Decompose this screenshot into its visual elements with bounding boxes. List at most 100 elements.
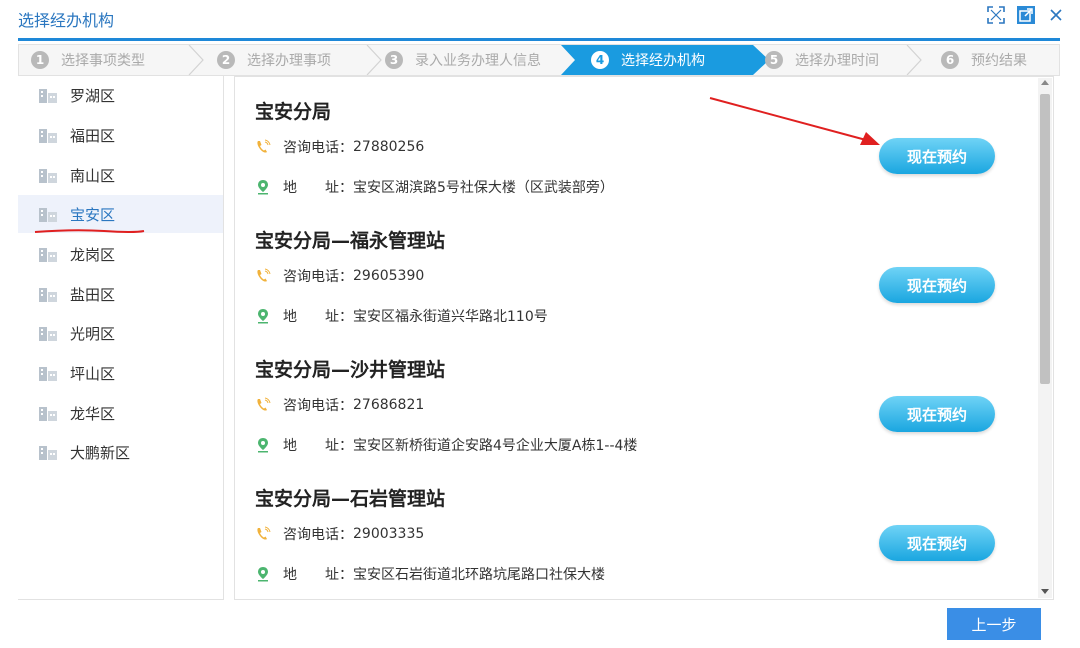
location-pin-icon [258,309,268,324]
district-item-longgang[interactable]: 龙岗区 [18,235,223,273]
popout-icon[interactable] [1016,5,1036,25]
step-separator-icon [906,45,922,75]
step-label: 选择办理事项 [247,53,331,69]
office-address-row: 地 址： 宝安区福永街道兴华路北110号 [255,306,548,326]
district-item-pingshan[interactable]: 坪山区 [18,354,223,392]
building-icon [39,129,57,143]
location-pin-icon [258,180,268,195]
step-label: 录入业务办理人信息 [415,53,541,69]
red-arrow-annotation [709,97,880,145]
office-phone-row: 咨询电话： 27686821 [255,395,424,415]
office-name: 宝安分局 [255,101,332,123]
book-now-button[interactable]: 现在预约 [879,525,995,561]
office-card: 宝安分局—石岩管理站 咨询电话： 29003335 地 址： 宝安区石岩街道北环… [255,484,1045,599]
building-icon [39,248,57,262]
address-text: 宝安区福永街道兴华路北110号 [353,309,548,325]
fullscreen-icon[interactable] [986,5,1006,25]
office-address-row: 地 址： 宝安区新桥街道企安路4号企业大厦A栋1--4楼 [255,435,637,455]
address-text: 宝安区新桥街道企安路4号企业大厦A栋1--4楼 [353,438,638,454]
office-name: 宝安分局—石岩管理站 [255,488,446,510]
district-label: 盐田区 [70,285,116,304]
phone-number: 27880256 [353,139,425,155]
window-controls [986,5,1066,25]
district-item-longhua[interactable]: 龙华区 [18,394,223,432]
step-separator-icon [366,45,382,75]
phone-number: 27686821 [353,397,425,413]
district-label: 龙岗区 [70,245,116,264]
district-label: 龙华区 [70,404,116,423]
step-label: 选择办理时间 [795,53,879,69]
office-list: 宝安分局 咨询电话： 27880256 地 址： 宝安区湖滨路5号社保大楼（区武… [234,76,1054,600]
office-name: 宝安分局—沙井管理站 [255,359,446,381]
building-icon [39,288,57,302]
step-4[interactable]: 4 选择经办机构 [591,45,705,75]
location-pin-icon [258,567,268,582]
phone-number: 29003335 [353,526,425,542]
phone-icon [257,526,271,540]
office-card: 宝安分局—沙井管理站 咨询电话： 27686821 地 址： 宝安区新桥街道企安… [255,355,1045,484]
step-5[interactable]: 5 选择办理时间 [765,45,879,75]
step-progress-bar: 1 选择事项类型 2 选择办理事项 3 录入业务办理人信息 4 选择经办机构 5… [18,44,1060,76]
step-label: 选择事项类型 [61,53,145,69]
close-icon[interactable] [1046,5,1066,25]
title-divider [18,38,1060,41]
district-label: 光明区 [70,324,116,343]
district-list: 罗湖区 福田区 南山区 宝安区 龙岗区 盐田区 光明区 坪山区 龙华区 大鹏新区 [18,76,224,600]
building-icon [39,367,57,381]
phone-label: 咨询电话： [283,398,353,414]
step-label: 预约结果 [971,53,1027,69]
address-text: 宝安区石岩街道北环路坑尾路口社保大楼 [353,567,605,583]
district-label: 南山区 [70,166,116,185]
step-number: 4 [591,51,609,69]
scroll-down-icon[interactable] [1041,589,1049,594]
vertical-scrollbar[interactable] [1038,78,1052,598]
address-label: 地 址： [283,567,353,583]
building-icon [39,169,57,183]
scroll-up-icon[interactable] [1041,80,1049,85]
address-label: 地 址： [283,438,353,454]
title-bar: 选择经办机构 [0,0,1080,36]
step-number: 2 [217,51,235,69]
office-phone-row: 咨询电话： 29003335 [255,524,424,544]
window-title: 选择经办机构 [18,11,115,30]
office-phone-row: 咨询电话： 27880256 [255,137,424,157]
district-label: 福田区 [70,126,116,145]
phone-icon [257,397,271,411]
book-now-button[interactable]: 现在预约 [879,138,995,174]
office-card: 宝安分局 咨询电话： 27880256 地 址： 宝安区湖滨路5号社保大楼（区武… [255,97,1045,226]
building-icon [39,446,57,460]
step-label: 选择经办机构 [621,53,705,69]
address-label: 地 址： [283,180,353,196]
book-now-button[interactable]: 现在预约 [879,396,995,432]
phone-icon [257,139,271,153]
step-number: 5 [765,51,783,69]
step-3[interactable]: 3 录入业务办理人信息 [385,45,541,75]
previous-step-button[interactable]: 上一步 [947,608,1041,640]
step-6[interactable]: 6 预约结果 [941,45,1027,75]
district-item-yantian[interactable]: 盐田区 [18,275,223,313]
office-phone-row: 咨询电话： 29605390 [255,266,424,286]
step-1[interactable]: 1 选择事项类型 [31,45,145,75]
building-icon [39,89,57,103]
step-2[interactable]: 2 选择办理事项 [217,45,331,75]
district-item-nanshan[interactable]: 南山区 [18,156,223,194]
red-underline-annotation [34,229,145,233]
building-icon [39,407,57,421]
address-text: 宝安区湖滨路5号社保大楼（区武装部旁） [353,180,614,196]
book-now-button[interactable]: 现在预约 [879,267,995,303]
district-label: 罗湖区 [70,86,116,105]
phone-label: 咨询电话： [283,140,353,156]
district-item-guangming[interactable]: 光明区 [18,314,223,352]
district-item-luohu[interactable]: 罗湖区 [18,76,223,114]
office-card: 宝安分局—福永管理站 咨询电话： 29605390 地 址： 宝安区福永街道兴华… [255,226,1045,355]
step-number: 3 [385,51,403,69]
phone-label: 咨询电话： [283,527,353,543]
building-icon [39,208,57,222]
scroll-thumb[interactable] [1040,94,1050,384]
phone-label: 咨询电话： [283,269,353,285]
district-item-futian[interactable]: 福田区 [18,116,223,154]
office-address-row: 地 址： 宝安区石岩街道北环路坑尾路口社保大楼 [255,564,605,584]
district-item-dapeng[interactable]: 大鹏新区 [18,433,223,471]
district-label: 坪山区 [70,364,116,383]
building-icon [39,327,57,341]
